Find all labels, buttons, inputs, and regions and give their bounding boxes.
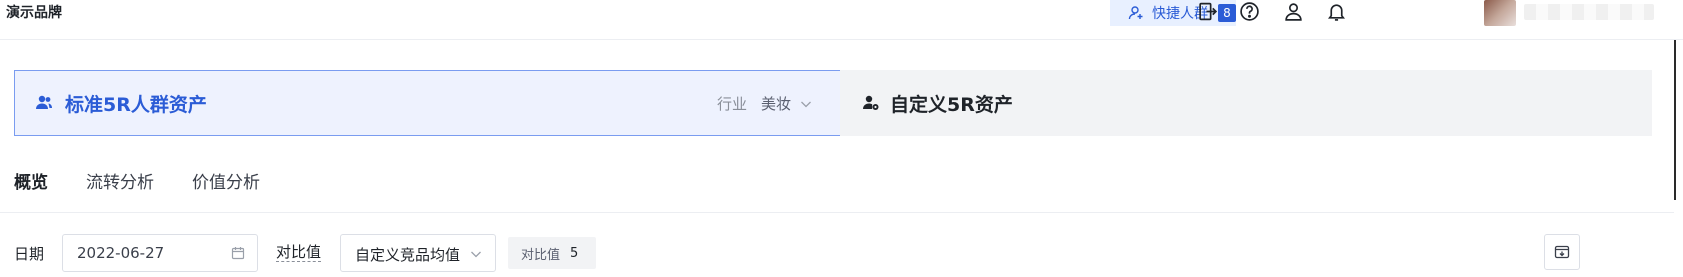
date-value: 2022-06-27 [77,244,165,262]
compare-value-chip: 对比值 5 [508,237,596,269]
brand-name[interactable]: 演示品牌 [6,2,62,22]
industry-label: 行业 [716,95,747,113]
export-button[interactable] [1544,234,1580,270]
user-add-icon [1128,6,1143,20]
scrollbar[interactable] [1674,40,1676,200]
compare-select[interactable]: 自定义竞品均值 [340,234,496,272]
filter-bar: 日期 2022-06-27 对比值 自定义竞品均值 对比值 5 [14,234,1674,272]
compare-chip-value: 5 [570,245,579,261]
top-bar: 演示品牌 快捷人群 8 [0,0,1683,40]
user-group-icon [36,95,52,109]
user-settings-icon [863,95,879,110]
bell-icon[interactable] [1325,0,1347,22]
standard-5r-title: 标准5R人群资产 [65,93,207,116]
industry-value: 美妆 [760,95,791,113]
date-label: 日期 [14,245,45,263]
tab-divider [0,212,1674,213]
help-icon[interactable] [1238,0,1260,22]
tab-bar: 概览 流转分析 价值分析 [14,168,298,193]
quick-group-count-badge: 8 [1218,4,1236,22]
compare-select-value: 自定义竞品均值 [355,246,461,264]
exit-icon[interactable] [1196,0,1218,22]
chevron-down-icon [471,251,481,258]
calendar-icon [231,247,245,260]
account-name-blurred [1524,4,1654,20]
tab-overview[interactable]: 概览 [14,168,48,193]
standard-5r-card[interactable]: 标准5R人群资产 行业 美妆 [14,70,842,136]
tab-value-analysis[interactable]: 价值分析 [192,168,260,193]
custom-5r-card[interactable]: 自定义5R资产 [840,70,1652,136]
download-icon [1554,245,1570,259]
tab-flow-analysis[interactable]: 流转分析 [86,168,154,193]
user-icon[interactable] [1282,0,1304,22]
compare-chip-label: 对比值 [521,247,561,263]
chevron-down-icon [801,101,811,107]
compare-label: 对比值 [276,243,322,262]
date-picker[interactable]: 2022-06-27 [62,234,258,272]
industry-select[interactable]: 行业 美妆 [717,93,813,114]
avatar[interactable] [1484,0,1516,26]
custom-5r-title: 自定义5R资产 [890,93,1013,116]
